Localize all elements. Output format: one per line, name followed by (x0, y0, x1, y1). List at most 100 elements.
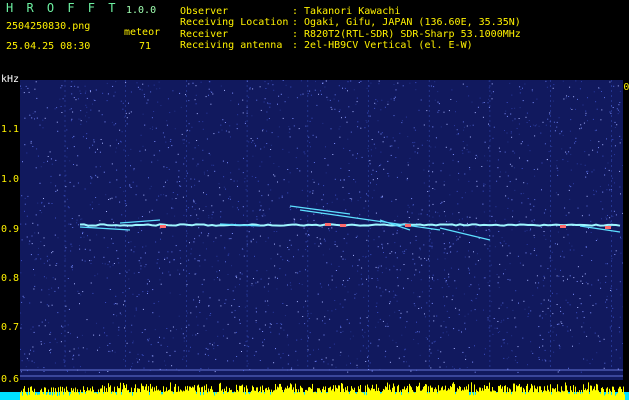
amplitude-bar (177, 391, 178, 400)
amplitude-bar (30, 386, 31, 400)
amplitude-bar (349, 394, 350, 400)
amplitude-bar (335, 385, 336, 400)
amplitude-bar (374, 388, 375, 400)
amplitude-bar (39, 394, 40, 400)
amplitude-bar (56, 391, 57, 400)
amplitude-bar (75, 387, 76, 400)
amplitude-bar (535, 388, 536, 400)
amplitude-bar (25, 391, 26, 400)
amplitude-bar (208, 388, 209, 400)
filename-label: 2504250830.png (6, 21, 91, 32)
amplitude-bar (86, 390, 87, 400)
amplitude-bar (107, 391, 108, 400)
amplitude-bar (279, 383, 280, 400)
datetime-label: 25.04.25 08:30 (6, 41, 91, 52)
amplitude-bar (229, 387, 230, 400)
amplitude-bar (42, 391, 43, 400)
amplitude-bar (550, 384, 551, 400)
amplitude-bar (123, 382, 124, 400)
amplitude-bar (468, 384, 469, 400)
amplitude-bar (316, 393, 317, 400)
amplitude-bar (407, 385, 408, 400)
amplitude-bar (81, 392, 82, 400)
amplitude-bar (537, 386, 538, 400)
amplitude-bar (544, 386, 545, 400)
amplitude-bar (51, 387, 52, 400)
amplitude-bar (153, 391, 154, 400)
amplitude-bar (175, 383, 176, 400)
amplitude-bar (576, 393, 577, 400)
amplitude-bar (553, 388, 554, 400)
amplitude-bar (458, 389, 459, 400)
amplitude-bar (578, 392, 579, 400)
amplitude-bar (430, 385, 431, 400)
amplitude-bar (532, 385, 533, 400)
amplitude-bar (221, 390, 222, 400)
amplitude-bar (500, 384, 501, 400)
y-tick-label: 1.0 (1, 174, 20, 185)
amplitude-bar (461, 390, 462, 400)
amplitude-bar (474, 384, 475, 400)
amplitude-bar (385, 386, 386, 400)
amplitude-bar (212, 389, 213, 400)
amplitude-bar (199, 387, 200, 400)
amplitude-bar (78, 392, 79, 400)
amplitude-bar (497, 392, 498, 400)
amplitude-bar (519, 383, 520, 400)
amplitude-bar (412, 389, 413, 400)
amplitude-bar (423, 386, 424, 400)
amplitude-bar (194, 385, 195, 400)
amplitude-bar (615, 395, 616, 400)
amplitude-bar (150, 383, 151, 400)
amplitude-bar (347, 386, 348, 400)
amplitude-bar (479, 387, 480, 400)
amplitude-bar (131, 387, 132, 400)
amplitude-bar (143, 386, 144, 400)
amplitude-bar (122, 389, 123, 400)
amplitude-bar (257, 387, 258, 400)
amplitude-bar (263, 390, 264, 400)
amplitude-bar (44, 387, 45, 400)
amplitude-bar (76, 392, 77, 400)
amplitude-bar (482, 388, 483, 400)
amplitude-bar (405, 389, 406, 400)
amplitude-bar (534, 385, 535, 400)
amplitude-bar (98, 389, 99, 400)
amplitude-bar (617, 393, 618, 400)
amplitude-bar (499, 386, 500, 400)
amplitude-bar (288, 388, 289, 400)
meteor-label: meteor (124, 27, 161, 38)
amplitude-bar (164, 391, 165, 400)
amplitude-bar (61, 391, 62, 400)
amplitude-bar (65, 392, 66, 400)
amplitude-bar (375, 391, 376, 400)
amplitude-bar (128, 389, 129, 400)
amplitude-bar (68, 391, 69, 400)
amplitude-bar (207, 393, 208, 400)
amplitude-bar (568, 393, 569, 400)
amplitude-bar (249, 394, 250, 400)
amplitude-bar (451, 387, 452, 400)
amplitude-bar (117, 386, 118, 400)
amplitude-bar (72, 390, 73, 400)
amplitude-bar (190, 386, 191, 400)
amplitude-bar (304, 394, 305, 400)
amplitude-bar (614, 389, 615, 400)
amplitude-bar (436, 389, 437, 400)
amplitude-bar (161, 394, 162, 400)
amplitude-bar (187, 385, 188, 400)
amplitude-bar (246, 385, 247, 400)
amplitude-bar (415, 392, 416, 400)
amplitude-bar (427, 393, 428, 400)
amplitude-bar (104, 386, 105, 400)
amplitude-bar (516, 385, 517, 400)
amplitude-bar (106, 388, 107, 400)
amplitude-bar (577, 391, 578, 400)
amplitude-bar (531, 383, 532, 400)
amplitude-bar (213, 392, 214, 400)
amplitude-bar (48, 389, 49, 400)
amplitude-bar (73, 388, 74, 400)
amplitude-bar (156, 385, 157, 400)
amplitude-bar (416, 385, 417, 400)
amplitude-bar (282, 389, 283, 400)
